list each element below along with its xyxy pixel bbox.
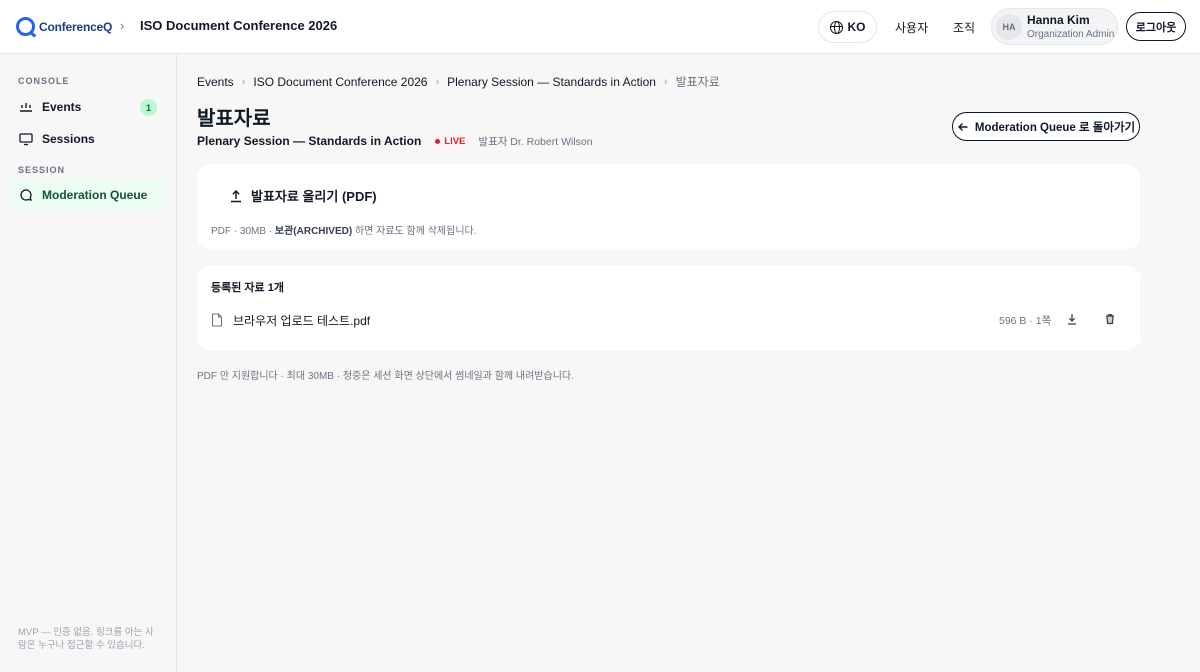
sidebar-section-session: SESSION [18,165,66,175]
sidebar-item-moderation-queue[interactable]: Moderation Queue [10,180,166,210]
chevron-right-icon: › [241,75,246,88]
nav-organization[interactable]: 조직 [953,19,975,36]
files-card: 등록된 자료 1개 브라우저 업로드 테스트.pdf 596 B · 1쪽 [197,265,1140,351]
logo-text: ConferenceQ [39,19,113,34]
back-to-moderation-queue-button[interactable]: Moderation Queue 로 돌아가기 [952,112,1140,141]
monitor-icon [19,132,33,146]
events-count-badge: 1 [140,99,157,116]
sidebar-item-sessions[interactable]: Sessions [10,124,166,154]
chat-bubble-icon [19,188,33,202]
upload-hint-archived: 보관(ARCHIVED) [274,226,353,237]
user-role: Organization Admin [1027,29,1115,40]
event-title[interactable]: ISO Document Conference 2026 [140,18,337,33]
nav-users[interactable]: 사용자 [895,19,928,36]
upload-hint-suffix: 하면 자료도 함께 삭제됩니다. [352,226,477,237]
globe-icon [829,20,843,34]
logout-button[interactable]: 로그아웃 [1126,12,1186,41]
user-menu[interactable]: HA Hanna Kim Organization Admin [991,8,1118,45]
sidebar-item-label: Events [42,100,82,114]
upload-hint-prefix: PDF · 30MB · [211,226,275,237]
live-badge: LIVE [429,133,472,149]
upload-icon [231,189,241,202]
upload-hint: PDF · 30MB · 보관(ARCHIVED) 하면 자료도 함께 삭제됩니… [211,222,477,237]
chevron-right-icon: › [435,75,440,88]
logo-q-icon [16,17,35,36]
live-dot-icon [435,138,441,144]
logo[interactable]: ConferenceQ [16,17,112,36]
chevron-right-icon: › [120,18,125,33]
breadcrumb: Events › ISO Document Conference 2026 › … [197,73,720,90]
speaker-name: 발표자 Dr. Robert Wilson [478,135,593,148]
breadcrumb-event[interactable]: ISO Document Conference 2026 [253,75,427,89]
user-name: Hanna Kim [1027,13,1090,27]
avatar: HA [996,14,1022,40]
language-button[interactable]: KO [818,11,877,43]
footer-note: PDF 만 지원합니다 · 최대 30MB · 청중은 세션 화면 상단에서 썸… [197,371,574,382]
file-icon [211,313,223,327]
session-info: Plenary Session — Standards in Action LI… [197,133,593,149]
file-row: 브라우저 업로드 테스트.pdf 596 B · 1쪽 [211,309,1126,331]
breadcrumb-session[interactable]: Plenary Session — Standards in Action [447,75,656,89]
page-title: 발표자료 [197,108,271,130]
trash-icon[interactable] [1103,312,1117,326]
sidebar: CONSOLE Events 1 Sessions SESSION Modera… [0,54,177,672]
upload-pdf-button[interactable]: 발표자료 올리기 (PDF) [229,186,377,205]
upload-card: 발표자료 올리기 (PDF) PDF · 30MB · 보관(ARCHIVED)… [197,164,1140,250]
files-count-title: 등록된 자료 1개 [211,282,284,294]
language-label: KO [847,20,866,34]
events-icon [19,100,33,114]
sidebar-footer-note: MVP — 인증 없음. 링크를 아는 사람은 누구나 접근할 수 있습니다. [18,627,154,651]
upload-button-label: 발표자료 올리기 (PDF) [251,189,377,204]
breadcrumb-current: 발표자료 [675,75,720,89]
live-label: LIVE [444,135,466,147]
session-name: Plenary Session — Standards in Action [197,134,422,148]
sidebar-item-events[interactable]: Events 1 [10,92,166,122]
top-bar: ConferenceQ › ISO Document Conference 20… [0,0,1200,54]
sidebar-item-label: Sessions [42,132,95,146]
arrow-left-icon [957,122,968,131]
file-meta: 596 B · 1쪽 [999,315,1052,327]
back-button-label: Moderation Queue 로 돌아가기 [974,121,1136,134]
sidebar-item-label: Moderation Queue [42,188,148,202]
file-name[interactable]: 브라우저 업로드 테스트.pdf [233,312,370,329]
breadcrumb-events[interactable]: Events [197,75,234,89]
chevron-right-icon: › [663,75,668,88]
download-icon[interactable] [1065,312,1079,326]
sidebar-section-console: CONSOLE [18,76,70,86]
